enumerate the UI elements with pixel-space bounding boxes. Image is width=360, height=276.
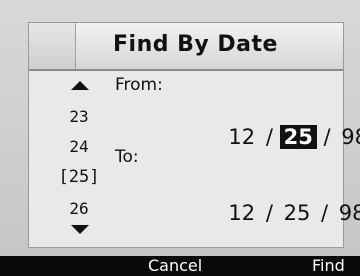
picker-item[interactable]: 24 bbox=[47, 137, 111, 156]
dialog-titlebar: Find By Date bbox=[29, 23, 343, 71]
dialog-content: 23 24 [25] 26 From: 12 / 25 / 98 To: 12 … bbox=[29, 71, 360, 247]
find-by-date-dialog: Find By Date 23 24 [25] 26 From: 12 / 25… bbox=[28, 22, 360, 248]
from-year[interactable]: 98 bbox=[337, 125, 360, 149]
softkey-bar: Cancel Find bbox=[0, 256, 360, 276]
from-separator: / bbox=[259, 125, 280, 149]
to-label: To: bbox=[115, 147, 139, 167]
find-softkey[interactable]: Find bbox=[312, 256, 345, 276]
scroll-down-arrow-icon[interactable] bbox=[71, 225, 89, 234]
to-separator: / bbox=[314, 201, 335, 225]
dialog-title: Find By Date bbox=[113, 32, 278, 57]
device-screen: Find By Date 23 24 [25] 26 From: 12 / 25… bbox=[0, 0, 360, 276]
from-label: From: bbox=[115, 75, 163, 95]
day-picker[interactable]: 23 24 [25] 26 bbox=[47, 75, 111, 241]
cancel-softkey[interactable]: Cancel bbox=[148, 256, 202, 276]
from-date-field[interactable]: 12 / 25 / 98 bbox=[171, 101, 360, 173]
to-separator: / bbox=[259, 201, 280, 225]
picker-item[interactable]: 23 bbox=[47, 107, 111, 126]
scroll-up-arrow-icon[interactable] bbox=[71, 81, 89, 90]
to-date-field[interactable]: 12 / 25 / 98 bbox=[171, 177, 360, 249]
to-day[interactable]: 25 bbox=[280, 201, 315, 225]
from-separator: / bbox=[316, 125, 338, 149]
picker-item[interactable]: 26 bbox=[47, 199, 111, 218]
from-month[interactable]: 12 bbox=[224, 125, 259, 149]
from-day[interactable]: 25 bbox=[279, 125, 317, 149]
title-icon-area bbox=[29, 23, 76, 69]
to-year[interactable]: 98 bbox=[335, 201, 360, 225]
picker-item-selected[interactable]: [25] bbox=[47, 167, 111, 187]
to-month[interactable]: 12 bbox=[224, 201, 259, 225]
